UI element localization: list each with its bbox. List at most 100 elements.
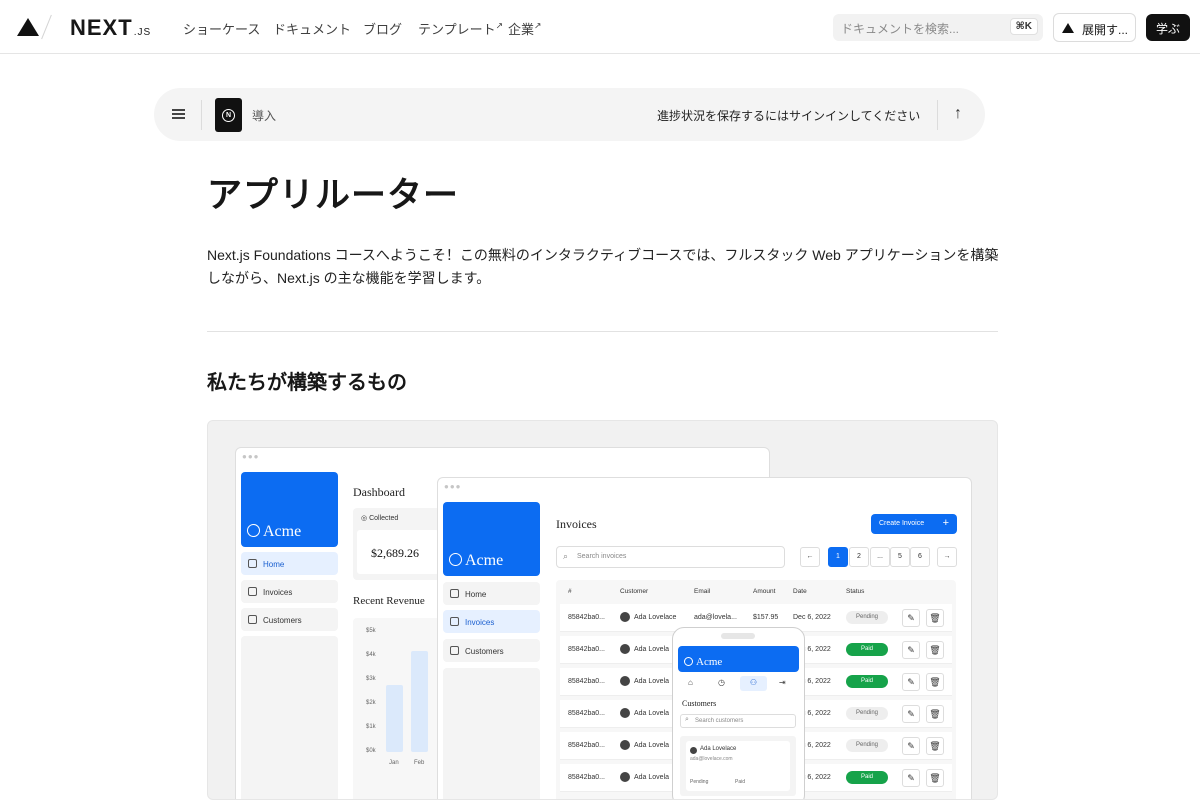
plus-icon: + — [942, 517, 949, 529]
chapter-title: 導入 — [252, 109, 277, 123]
invoice-id: 85842ba0... — [568, 678, 605, 685]
signout-icon: ⇥ — [779, 678, 786, 687]
invoice-search-placeholder: Search invoices — [577, 553, 627, 560]
chapter-list-icon[interactable] — [172, 108, 185, 119]
sidebar-label: Home — [263, 560, 285, 569]
deploy-label: 展開す... — [1082, 23, 1129, 37]
search-icon: ⌕ — [563, 551, 569, 561]
nav-link-enterprise[interactable]: 企業↗ — [508, 19, 542, 38]
window-controls: ●●● — [242, 452, 260, 461]
acme-brand-text: Acme — [696, 656, 723, 668]
edit-icon: ✎ — [902, 609, 920, 627]
delete-icon: 🗑 — [926, 673, 944, 691]
page-button: 1 — [828, 547, 848, 567]
revenue-bar — [411, 651, 428, 752]
column-header: Date — [793, 588, 807, 595]
nextjs-logo[interactable]: NEXT.JS — [70, 15, 151, 41]
acme-brand-text: Acme — [263, 523, 302, 540]
status-badge: Paid — [846, 771, 888, 784]
avatar — [620, 612, 630, 622]
column-header: Status — [846, 588, 865, 595]
nav-link-showcase[interactable]: ショーケース — [183, 19, 260, 38]
revenue-bar — [386, 685, 403, 752]
x-tick: Feb — [414, 760, 425, 766]
column-header: Amount — [753, 588, 776, 595]
collected-card: ◎ Collected $2,689.26 — [353, 508, 443, 580]
y-tick: $0k — [366, 748, 376, 754]
acme-logo: Acme — [684, 656, 722, 668]
acme-logo-panel: Acme — [678, 646, 799, 672]
divider — [201, 100, 202, 130]
invoice-amount: $157.95 — [753, 614, 779, 621]
acme-logo-panel: Acme — [443, 502, 540, 576]
phone-notch — [721, 633, 755, 639]
external-link-icon: ↗ — [495, 20, 504, 31]
learn-button[interactable]: 学ぶ — [1146, 14, 1190, 41]
collected-label-text: Collected — [369, 515, 399, 522]
nav-link-templates[interactable]: テンプレート↗ — [418, 19, 503, 38]
vercel-logo-icon[interactable] — [17, 18, 39, 36]
search-shortcut-badge: ⌘K — [1009, 18, 1038, 35]
customer-name: Ada Lovela — [634, 646, 670, 653]
page-title: アプリルーター — [207, 176, 460, 215]
invoice-date: Dec 6, 2022 — [793, 614, 831, 621]
y-tick: $4k — [366, 652, 376, 658]
sidebar-spacer — [241, 636, 338, 799]
nav-link-docs[interactable]: ドキュメント — [273, 19, 351, 38]
nav-link-blog[interactable]: ブログ — [363, 19, 402, 38]
delete-icon: 🗑 — [926, 609, 944, 627]
collected-value: $2,689.26 — [371, 546, 419, 560]
edit-icon: ✎ — [902, 705, 920, 723]
customer-name: Ada Lovelace — [634, 614, 677, 621]
mobile-search-input: ⌕ Search customers — [680, 714, 796, 728]
delete-icon: 🗑 — [926, 737, 944, 755]
invoices-title: Invoices — [556, 517, 597, 531]
course-progress-bar: N 導入 進捗状況を保存するにはサインインしてください ↑ — [154, 88, 985, 141]
y-tick: $1k — [366, 724, 376, 730]
revenue-title: Recent Revenue — [353, 595, 425, 607]
nextjs-mini-logo-icon: N — [222, 109, 235, 122]
customer-name: Ada Lovela — [634, 774, 670, 781]
mobile-window: Acme ⌂ ◷ ⚇ ⇥ Customers ⌕ Search customers… — [672, 627, 805, 799]
customers-icon — [450, 646, 459, 655]
column-header: Customer — [620, 588, 649, 595]
deploy-button[interactable]: 展開す... — [1053, 13, 1136, 42]
delete-icon: 🗑 — [926, 705, 944, 723]
search-input[interactable]: ドキュメントを検索... ⌘K — [833, 14, 1043, 41]
sidebar-item-invoices: Invoices — [443, 610, 540, 633]
brand-suffix: .JS — [133, 27, 152, 38]
edit-icon: ✎ — [902, 769, 920, 787]
customer-email: ada@lovelace.com — [690, 756, 733, 762]
status-badge: Pending — [846, 611, 888, 624]
external-link-icon: ↗ — [534, 20, 542, 31]
y-tick: $3k — [366, 676, 376, 682]
status-badge: Paid — [846, 643, 888, 656]
app-preview-illustration: ●●● Acme Home Invoices Customers Dashboa… — [207, 420, 998, 800]
column-header: # — [568, 588, 572, 595]
globe-icon — [449, 553, 462, 566]
invoices-icon — [450, 617, 459, 626]
next-page-icon: → — [937, 547, 957, 567]
signin-prompt-link[interactable]: 進捗状況を保存するにはサインインしてください — [657, 107, 920, 124]
column-header: Email — [694, 588, 711, 595]
divider — [41, 14, 52, 40]
nav-link-templates-label: テンプレート — [418, 22, 496, 37]
section-title: 私たちが構築するもの — [207, 372, 407, 394]
customer-name: Ada Lovela — [634, 742, 670, 749]
invoice-id: 85842ba0... — [568, 614, 605, 621]
sidebar-item-home: Home — [443, 582, 540, 605]
create-invoice-button: Create Invoice + — [871, 514, 957, 534]
mobile-customers-title: Customers — [682, 699, 717, 708]
course-thumbnail: N — [215, 98, 242, 132]
revenue-chart: $5k $4k $3k $2k $1k $0k Jan Feb — [353, 618, 443, 799]
globe-icon — [247, 524, 260, 537]
customer-name: Ada Lovelace — [700, 746, 737, 752]
delete-icon: 🗑 — [926, 769, 944, 787]
invoice-id: 85842ba0... — [568, 710, 605, 717]
invoices-icon — [248, 587, 257, 596]
page-button: 6 — [910, 547, 930, 567]
arrow-up-icon[interactable]: ↑ — [954, 105, 962, 123]
sidebar-item-customers: Customers — [241, 608, 338, 631]
acme-logo: Acme — [247, 523, 301, 541]
stat-label: Pending — [690, 779, 709, 785]
